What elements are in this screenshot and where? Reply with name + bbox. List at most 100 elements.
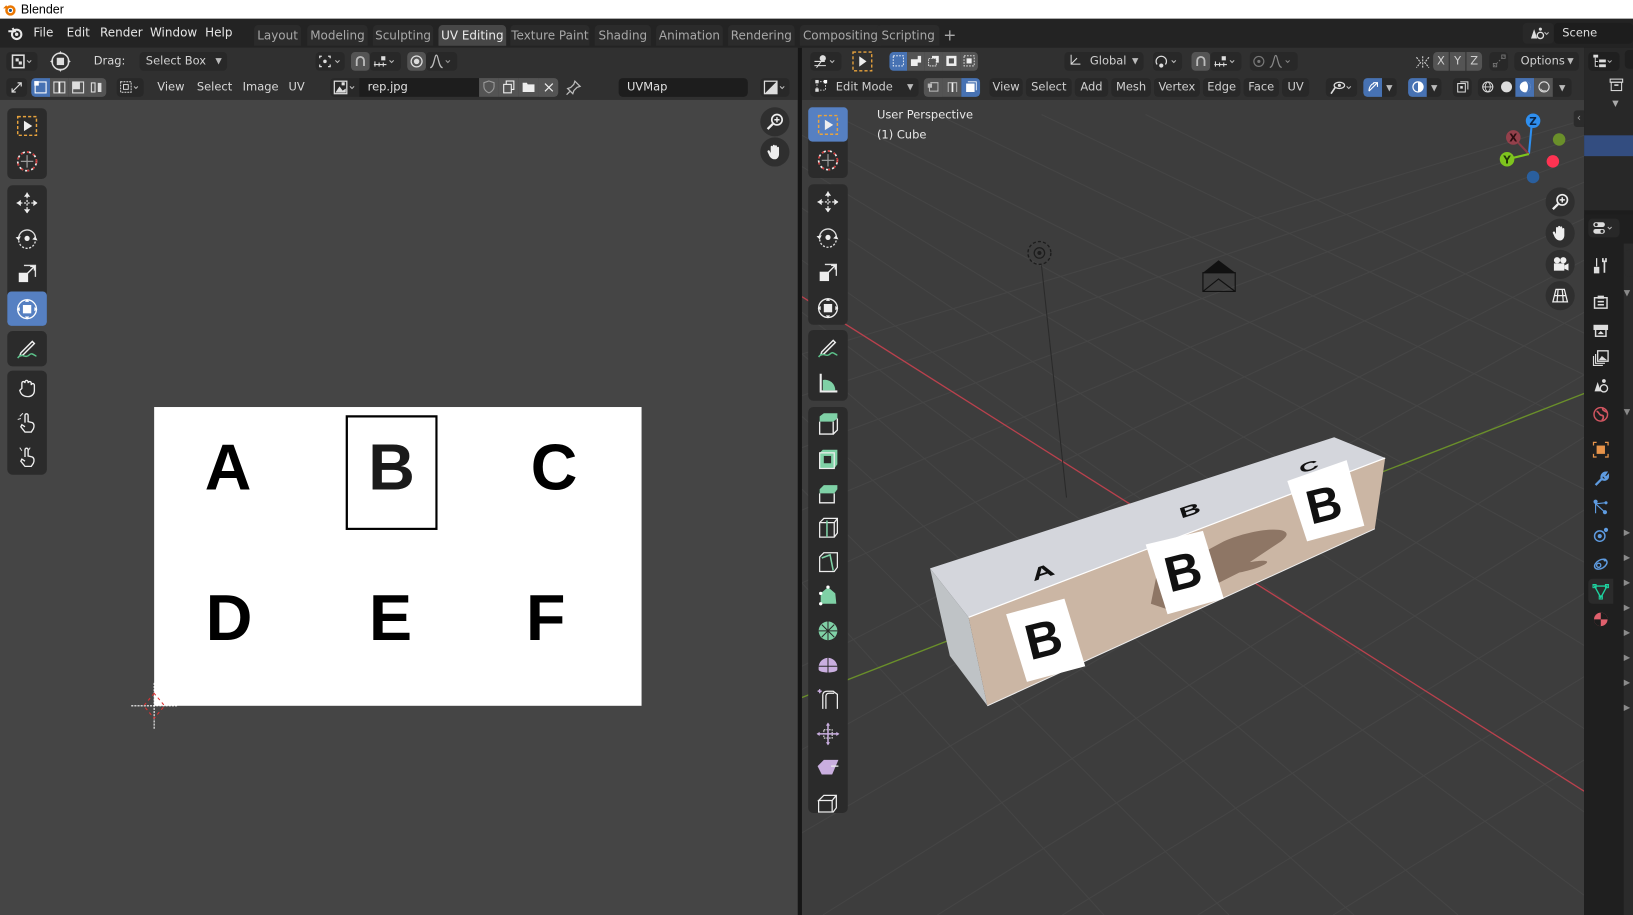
uv-zoom-button[interactable] (760, 107, 790, 137)
editor-type-button[interactable] (6, 52, 38, 71)
tab-modeling[interactable]: Modeling (307, 24, 368, 46)
select-tool-icon[interactable] (852, 51, 873, 72)
vp-ortho-toggle-button[interactable] (1545, 281, 1575, 311)
viewport-editor-type-button[interactable] (810, 52, 842, 71)
shading-material-preview[interactable] (1515, 78, 1535, 97)
menu-help[interactable]: Help (205, 25, 232, 40)
tool-annotate[interactable] (7, 331, 47, 365)
vp-tool-move[interactable] (808, 184, 848, 218)
prop-tab-mesh-data[interactable] (1588, 578, 1614, 604)
uv-image-canvas[interactable]: A B C D E F (104, 360, 687, 745)
shading-rendered[interactable] (1534, 78, 1553, 97)
blender-menu-icon[interactable] (7, 26, 24, 41)
mesh-select-face[interactable] (961, 78, 981, 97)
panel-collapse-arrow[interactable]: ▼ (1624, 288, 1630, 297)
prop-tab-world[interactable] (1588, 402, 1613, 427)
vp-tool-measure[interactable] (808, 365, 848, 399)
tab-layout[interactable]: Layout (254, 24, 301, 46)
sidebar-toggle-arrow[interactable]: ‹ (1573, 110, 1585, 128)
gizmo-dropdown[interactable]: ▼ (1382, 78, 1397, 97)
menu-file[interactable]: File (33, 25, 53, 40)
outliner-filter-button[interactable] (1624, 49, 1633, 69)
collection-expand-arrow[interactable]: ▼ (1612, 99, 1618, 108)
outliner-editor-type-button[interactable] (1588, 52, 1620, 71)
vp-tool-scale[interactable] (808, 255, 848, 289)
tool-rotate[interactable] (7, 221, 47, 255)
overlays-dropdown[interactable]: ▼ (1426, 78, 1442, 97)
prop-tab-material[interactable] (1588, 607, 1613, 632)
tool-relax[interactable] (7, 405, 47, 439)
vp-tool-rotate[interactable] (808, 220, 848, 254)
vp-tool-knife[interactable] (808, 544, 848, 578)
add-workspace-button[interactable]: + (942, 25, 959, 46)
tab-uv-editing[interactable]: UV Editing (438, 24, 507, 46)
tab-shading[interactable]: Shading (594, 24, 651, 46)
viewport-scene[interactable]: A B C B B B X Y Z (801, 99, 1585, 915)
tab-rendering[interactable]: Rendering (728, 24, 795, 46)
pivot-point-dropdown[interactable] (315, 52, 345, 71)
shading-wireframe[interactable] (1477, 78, 1497, 97)
vp-tool-annotate[interactable] (808, 330, 848, 364)
sticky-selection-dropdown[interactable] (116, 78, 144, 97)
uv-select-mode-island[interactable] (87, 78, 107, 97)
outliner-selected-row[interactable] (1584, 135, 1633, 157)
gizmo-toggle[interactable] (1363, 78, 1383, 97)
vp-tool-shrink-fatten[interactable] (808, 716, 848, 750)
gizmo-neg-z[interactable] (1526, 170, 1540, 184)
tool-scale[interactable] (7, 256, 47, 290)
menu-window[interactable]: Window (150, 25, 197, 40)
uv-menu-image[interactable]: Image (243, 78, 279, 97)
fake-user-toggle[interactable] (479, 78, 499, 97)
viewport-menu-edge[interactable]: Edge (1202, 78, 1241, 97)
uv-select-mode-face[interactable] (68, 78, 88, 97)
scene-selector-button[interactable] (1522, 22, 1554, 44)
panel-expand-arrow[interactable]: ▶ (1624, 678, 1630, 687)
vp-tool-cursor[interactable] (808, 143, 848, 177)
select-mode-extend[interactable] (907, 52, 925, 71)
snap-target-dropdown[interactable] (369, 52, 401, 71)
image-name-field[interactable]: rep.jpg (359, 78, 480, 97)
viewport-menu-face[interactable]: Face (1243, 78, 1279, 97)
vp-camera-view-button[interactable] (1545, 249, 1575, 279)
scene-collection-icon[interactable] (1609, 77, 1624, 92)
options-dropdown[interactable]: Options ▼ (1514, 52, 1579, 71)
tool-cursor[interactable] (7, 144, 47, 178)
browse-image-button[interactable] (330, 78, 360, 97)
transform-orientation-dropdown[interactable]: Global ▼ (1064, 52, 1144, 71)
unlink-image-button[interactable] (538, 78, 559, 97)
new-image-button[interactable] (498, 78, 519, 97)
vp-tool-inset[interactable] (808, 441, 848, 475)
shading-solid[interactable] (1496, 78, 1516, 97)
panel-expand-arrow[interactable]: ▶ (1624, 703, 1630, 712)
vp-zoom-button[interactable] (1545, 187, 1575, 217)
prop-tab-constraints[interactable] (1588, 551, 1613, 576)
panel-expand-arrow[interactable]: ▶ (1624, 528, 1630, 537)
menu-edit[interactable]: Edit (67, 25, 90, 40)
display-channels-dropdown[interactable] (760, 78, 790, 97)
panel-expand-arrow[interactable]: ▶ (1624, 578, 1630, 587)
tab-sculpting[interactable]: Sculpting (372, 24, 434, 46)
visibility-dropdown[interactable] (1325, 78, 1358, 97)
tool-settings-transform-icon[interactable] (49, 50, 72, 73)
vp-tool-spin[interactable] (808, 613, 848, 647)
prop-tab-output[interactable] (1588, 318, 1613, 343)
3d-viewport[interactable]: Global ▼ X Y Z Options ▼ Edit Mode ▼ Vie… (801, 47, 1585, 915)
prop-tab-view-layer[interactable] (1588, 346, 1613, 371)
vp-pan-button[interactable] (1545, 218, 1575, 248)
uv-map-field[interactable]: UVMap (618, 78, 748, 97)
gizmo-neg-y[interactable] (1552, 133, 1566, 146)
snap-toggle-3d[interactable] (1191, 52, 1211, 71)
viewport-menu-add[interactable]: Add (1074, 78, 1109, 97)
menu-render[interactable]: Render (100, 25, 143, 40)
overlays-toggle[interactable] (1408, 78, 1427, 97)
vp-tool-poly-build[interactable] (808, 579, 848, 613)
tool-pinch[interactable] (7, 439, 47, 473)
select-mode-invert[interactable] (942, 52, 961, 71)
mode-dropdown[interactable]: Edit Mode ▼ (810, 78, 919, 97)
topology-mirror-toggle[interactable] (1489, 52, 1509, 71)
pin-icon[interactable] (566, 79, 583, 96)
uv-select-mode-vertex[interactable] (31, 78, 50, 97)
tool-move[interactable] (7, 185, 47, 219)
select-mode-set[interactable] (889, 52, 908, 71)
prop-tab-render[interactable] (1588, 289, 1613, 314)
